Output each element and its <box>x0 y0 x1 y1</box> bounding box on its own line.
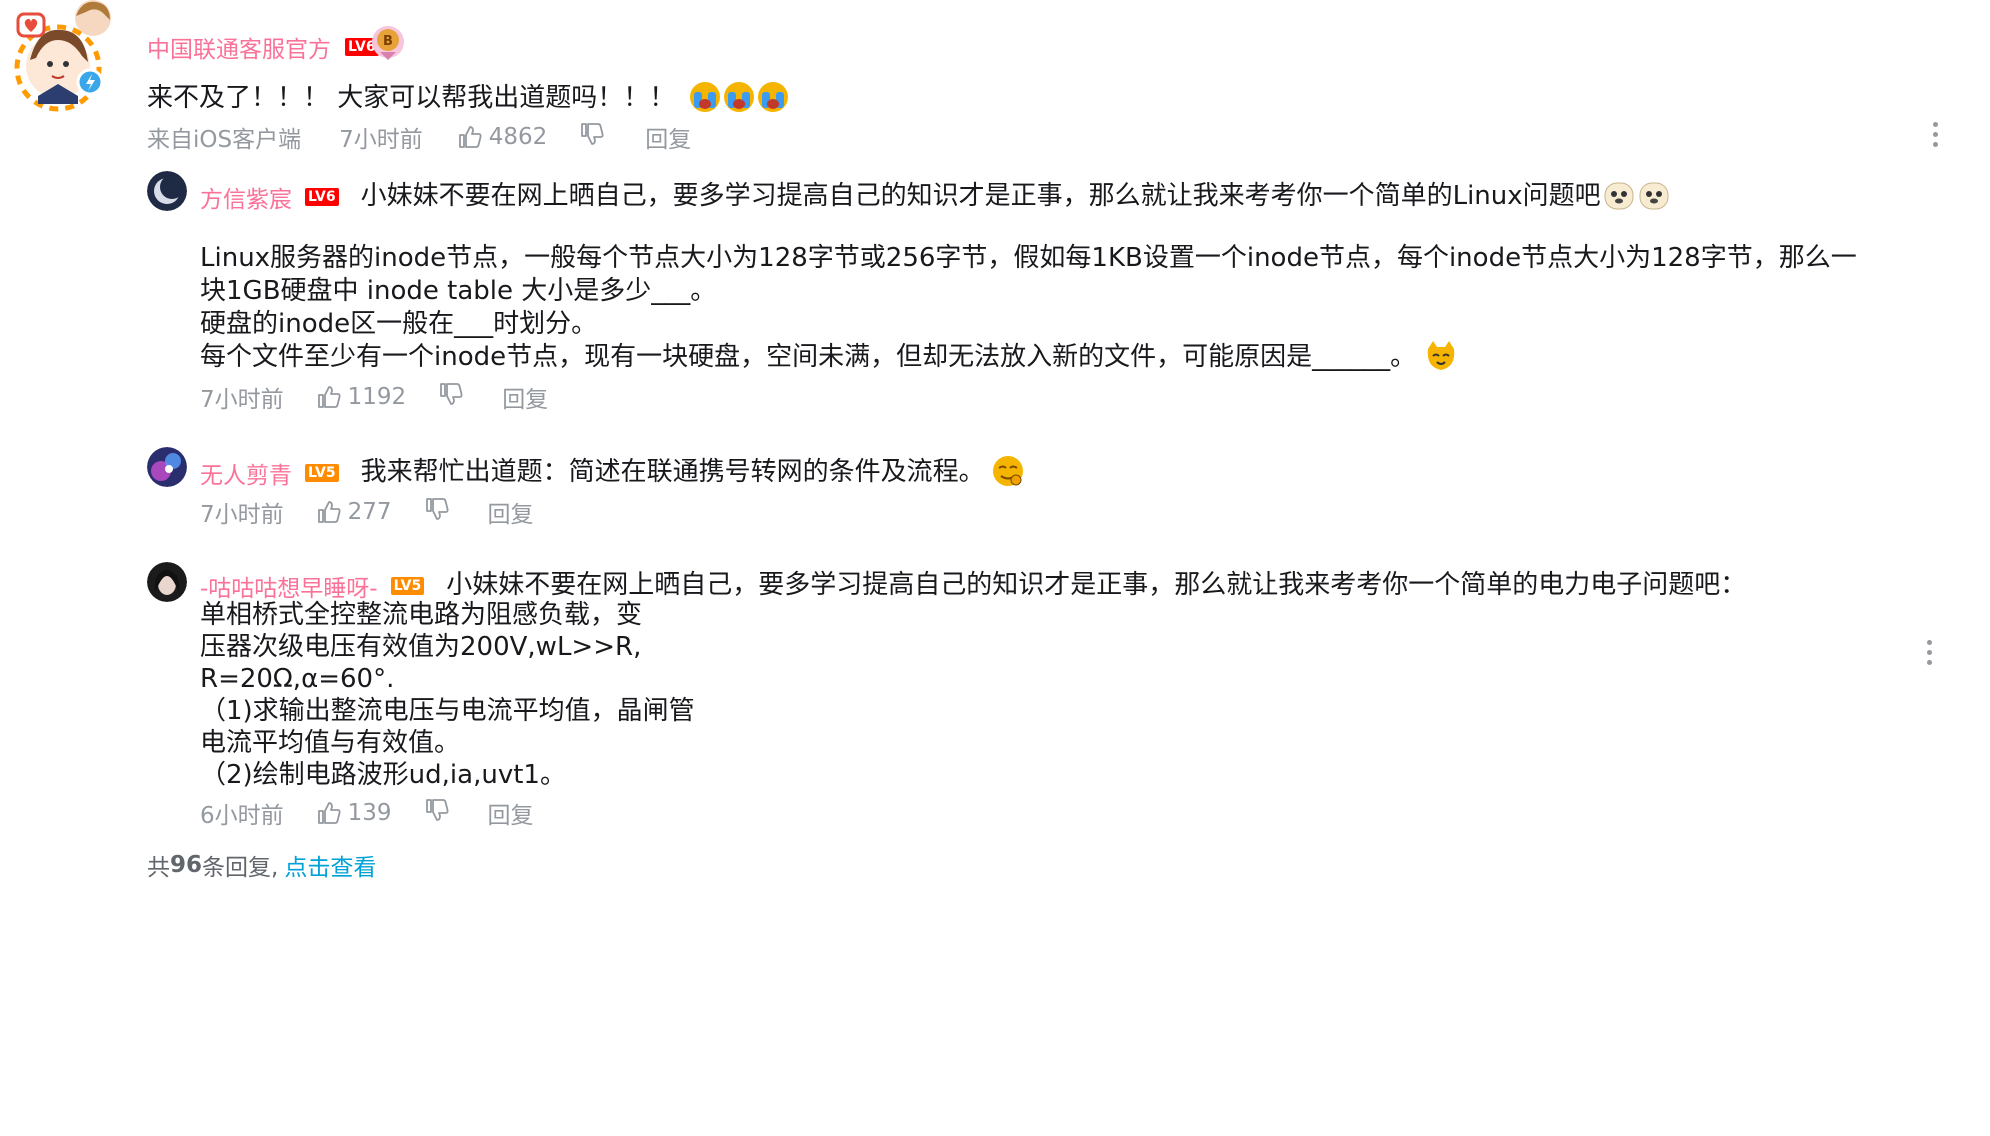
level-badge: LV5 <box>390 576 425 595</box>
thumbs-up-icon <box>317 386 341 408</box>
dislike-button[interactable] <box>424 496 450 528</box>
like-button[interactable]: 139 <box>316 800 392 826</box>
thumbs-up-icon <box>317 802 341 824</box>
like-button[interactable]: 1192 <box>316 384 407 410</box>
reply-button[interactable]: 回复 <box>502 380 548 414</box>
level-badge: LV6 <box>305 187 339 206</box>
thumbs-down-icon <box>440 383 463 405</box>
svg-text:B: B <box>383 34 393 49</box>
dog-emoji-icon <box>1603 178 1671 216</box>
like-count: 4862 <box>488 124 548 150</box>
reply-avatar[interactable] <box>147 171 187 211</box>
cat-emoji-icon <box>1424 339 1458 377</box>
source-label: 来自iOS客户端 <box>147 127 302 153</box>
like-count: 1192 <box>347 384 407 410</box>
reply-body: Linux服务器的inode节点，一般每个节点大小为128字节或256字节，假如… <box>200 238 1857 378</box>
reply-count: 96 <box>170 852 203 878</box>
reply-text: 我来帮忙出道题：简述在联通携号转网的条件及流程。 <box>360 457 985 487</box>
thumbs-up-icon <box>317 501 341 523</box>
main-avatar[interactable] <box>8 0 123 115</box>
reply-count-footer: 共 96 条回复, 点击查看 <box>147 848 376 882</box>
avatar-pendant <box>14 0 111 112</box>
reply-text-line: 每个文件至少有一个inode节点，现有一块硬盘，空间未满，但却无法放入新的文件，… <box>200 342 1417 372</box>
thumbs-up-icon <box>458 126 482 148</box>
main-username[interactable]: 中国联通客服官方 <box>147 30 331 64</box>
dislike-button[interactable] <box>438 381 464 413</box>
comment-time: 7小时前 <box>200 502 284 528</box>
dislike-button[interactable] <box>579 121 605 153</box>
reply-username[interactable]: 方信紫宸 <box>200 180 292 214</box>
crying-emoji-icon <box>689 80 789 118</box>
footer-prefix: 共 <box>147 855 170 881</box>
thumbs-down-icon <box>425 498 449 520</box>
thumbs-down-icon <box>581 123 604 145</box>
comment-time: 7小时前 <box>339 127 423 153</box>
reply-button[interactable]: 回复 <box>488 495 534 529</box>
level-badge: LV5 <box>305 463 339 482</box>
dislike-button[interactable] <box>424 797 450 829</box>
reply-avatar[interactable] <box>147 562 187 602</box>
like-count: 277 <box>347 499 392 525</box>
main-comment-text: 来不及了！！！ 大家可以帮我出道题吗！！！ <box>147 83 676 113</box>
reply-button[interactable]: 回复 <box>645 120 691 154</box>
reply-text: 小妹妹不要在网上晒自己，要多学习提高自己的知识才是正事，那么就让我来考考你一个简… <box>360 181 1601 211</box>
reply-text-line: （2)绘制电路波形ud,ia,uvt1。 <box>200 760 566 790</box>
more-options-icon[interactable] <box>1932 122 1938 147</box>
footer-suffix: 条回复, <box>202 855 279 881</box>
reply-username[interactable]: 无人剪青 <box>200 456 292 490</box>
like-button[interactable]: 277 <box>316 499 392 525</box>
reply-body: 单相桥式全控整流电路为阻感负载，变 压器次级电压有效值为200V,wL>>R, … <box>200 595 695 796</box>
more-options-icon[interactable] <box>1926 640 1932 665</box>
medal-icon[interactable]: B <box>368 22 408 66</box>
like-button[interactable]: 4862 <box>457 124 548 150</box>
comment-time: 7小时前 <box>200 387 284 413</box>
like-count: 139 <box>347 800 392 826</box>
smirk-emoji-icon <box>991 454 1025 492</box>
view-all-replies-link[interactable]: 点击查看 <box>284 848 376 882</box>
reply-avatar[interactable] <box>147 447 187 487</box>
reply-button[interactable]: 回复 <box>488 796 534 830</box>
thumbs-down-icon <box>425 799 449 821</box>
comment-time: 6小时前 <box>200 803 284 829</box>
